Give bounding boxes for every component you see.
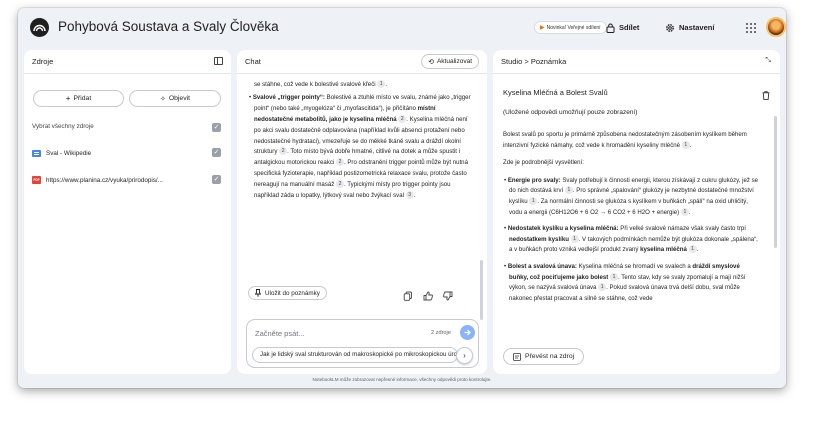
citation-badge[interactable]: 1 xyxy=(610,272,619,281)
chat-heading: Chat xyxy=(245,57,261,66)
citation-badge[interactable]: 1 xyxy=(680,207,689,216)
convert-doc-icon xyxy=(513,352,521,361)
divider xyxy=(24,73,231,74)
thumbs-down-icon[interactable] xyxy=(443,288,453,301)
refresh-icon: ⟲ xyxy=(428,58,434,66)
notebooklm-logo-icon[interactable] xyxy=(30,18,49,37)
note-subtitle: (Uložené odpovědi umožňují pouze zobraze… xyxy=(503,109,638,116)
citation-badge[interactable]: 2 xyxy=(335,158,344,167)
collapse-panel-icon[interactable] xyxy=(214,57,223,65)
source-checkbox[interactable]: ✓ xyxy=(212,148,221,157)
apps-grid-icon[interactable] xyxy=(746,23,756,33)
citation-badge[interactable]: 1 xyxy=(570,234,579,243)
chat-input-box: 2 zdroje Jak je lidský sval strukturován… xyxy=(246,319,479,368)
pin-icon xyxy=(255,289,261,297)
source-checkbox[interactable]: ✓ xyxy=(212,175,221,184)
list-item: • Energie pro svaly: Svaly potřebují k č… xyxy=(504,176,759,216)
suggested-question[interactable]: Jak je lidský sval strukturován od makro… xyxy=(252,347,458,363)
discover-button[interactable]: ✧ Objevit xyxy=(129,90,221,107)
citation-badge[interactable]: 3 xyxy=(405,191,414,200)
select-all-checkbox[interactable]: ✓ xyxy=(212,123,221,132)
gear-icon xyxy=(666,23,674,32)
megaphone-icon: ▶ xyxy=(540,25,545,31)
source-count: 2 zdroje xyxy=(431,330,451,336)
studio-panel: Studio > Poznámka ⤡ Kyselina Mléčná a Bo… xyxy=(493,50,780,374)
select-all-label: Vybrat všechny zdroje xyxy=(32,123,94,130)
notebook-title[interactable]: Pohybová Soustava a Svaly Člověka xyxy=(58,19,279,34)
add-source-button[interactable]: + Přidat xyxy=(33,90,124,107)
detail-label: Zde je podrobnější vysvětlení: xyxy=(503,159,584,167)
convert-to-source-button[interactable]: Převést na zdroj xyxy=(503,348,585,365)
citation-badge[interactable]: 1 xyxy=(564,186,573,195)
citation-badge[interactable]: 1 xyxy=(598,283,607,292)
thumbs-up-icon[interactable] xyxy=(423,288,433,301)
chat-input[interactable] xyxy=(255,327,395,339)
citation-badge[interactable]: 2 xyxy=(279,147,288,156)
doc-icon xyxy=(32,149,41,157)
avatar[interactable] xyxy=(766,17,786,37)
plus-icon: + xyxy=(65,94,71,103)
pdf-icon: PDF xyxy=(32,176,41,184)
chat-scrollbar[interactable] xyxy=(480,260,483,320)
note-content: Bolest svalů po sportu je primárně způso… xyxy=(503,130,759,310)
sources-heading: Zdroje xyxy=(32,57,54,66)
save-to-note-button[interactable]: Uložit do poznámky xyxy=(248,286,327,300)
settings-button[interactable]: Nastavení xyxy=(665,20,714,35)
citation-badge[interactable]: 2 xyxy=(336,180,344,189)
top-bar: Pohybová Soustava a Svaly Člověka ▶ Novi… xyxy=(18,8,786,46)
trash-icon[interactable] xyxy=(762,87,770,100)
chevron-right-icon[interactable]: › xyxy=(456,347,473,364)
source-item[interactable]: Sval - Wikipedie xyxy=(32,147,222,159)
collapse-icon[interactable]: ⤡ xyxy=(765,57,771,65)
public-sharing-badge[interactable]: ▶ Novinka! Veřejné sdílení xyxy=(534,21,607,34)
divider xyxy=(493,73,780,74)
chat-panel: Chat ⟲ Aktualizovat se stáhne, což vede … xyxy=(237,50,487,374)
message-actions xyxy=(403,288,453,301)
app-window: Pohybová Soustava a Svaly Člověka ▶ Novi… xyxy=(18,8,786,388)
copy-icon[interactable] xyxy=(403,288,413,301)
send-arrow-icon xyxy=(464,329,471,336)
discover-sparkle-icon: ✧ xyxy=(159,95,166,103)
note-title: Kyselina Mléčná a Bolest Svalů xyxy=(503,88,608,97)
divider xyxy=(237,73,487,74)
source-item[interactable]: PDF https://www.planina.cz/vyuka/prirodo… xyxy=(32,174,200,186)
share-lock-icon xyxy=(606,23,615,33)
send-button[interactable] xyxy=(460,325,475,340)
studio-scrollbar[interactable] xyxy=(774,116,777,248)
disclaimer-footer: NotebookLM může zobrazovat nepřesné info… xyxy=(312,377,492,382)
chat-message: se stáhne, což vede k bolestivé svalové … xyxy=(249,80,471,200)
share-button[interactable]: Sdílet xyxy=(606,20,639,35)
refresh-button[interactable]: ⟲ Aktualizovat xyxy=(421,54,479,69)
list-item: • Nedostatek kyslíku a kyselina mléčná: … xyxy=(504,225,758,254)
sources-panel: Zdroje + Přidat ✧ Objevit Vybrat všechny… xyxy=(24,50,231,374)
list-item: • Bolest a svalová únava: Kyselina mléčn… xyxy=(504,262,746,302)
studio-breadcrumb[interactable]: Studio > Poznámka xyxy=(501,57,566,66)
citation-badge[interactable]: 1 xyxy=(681,140,690,149)
citation-badge[interactable]: 1 xyxy=(377,80,386,88)
citation-badge[interactable]: 1 xyxy=(688,245,697,254)
